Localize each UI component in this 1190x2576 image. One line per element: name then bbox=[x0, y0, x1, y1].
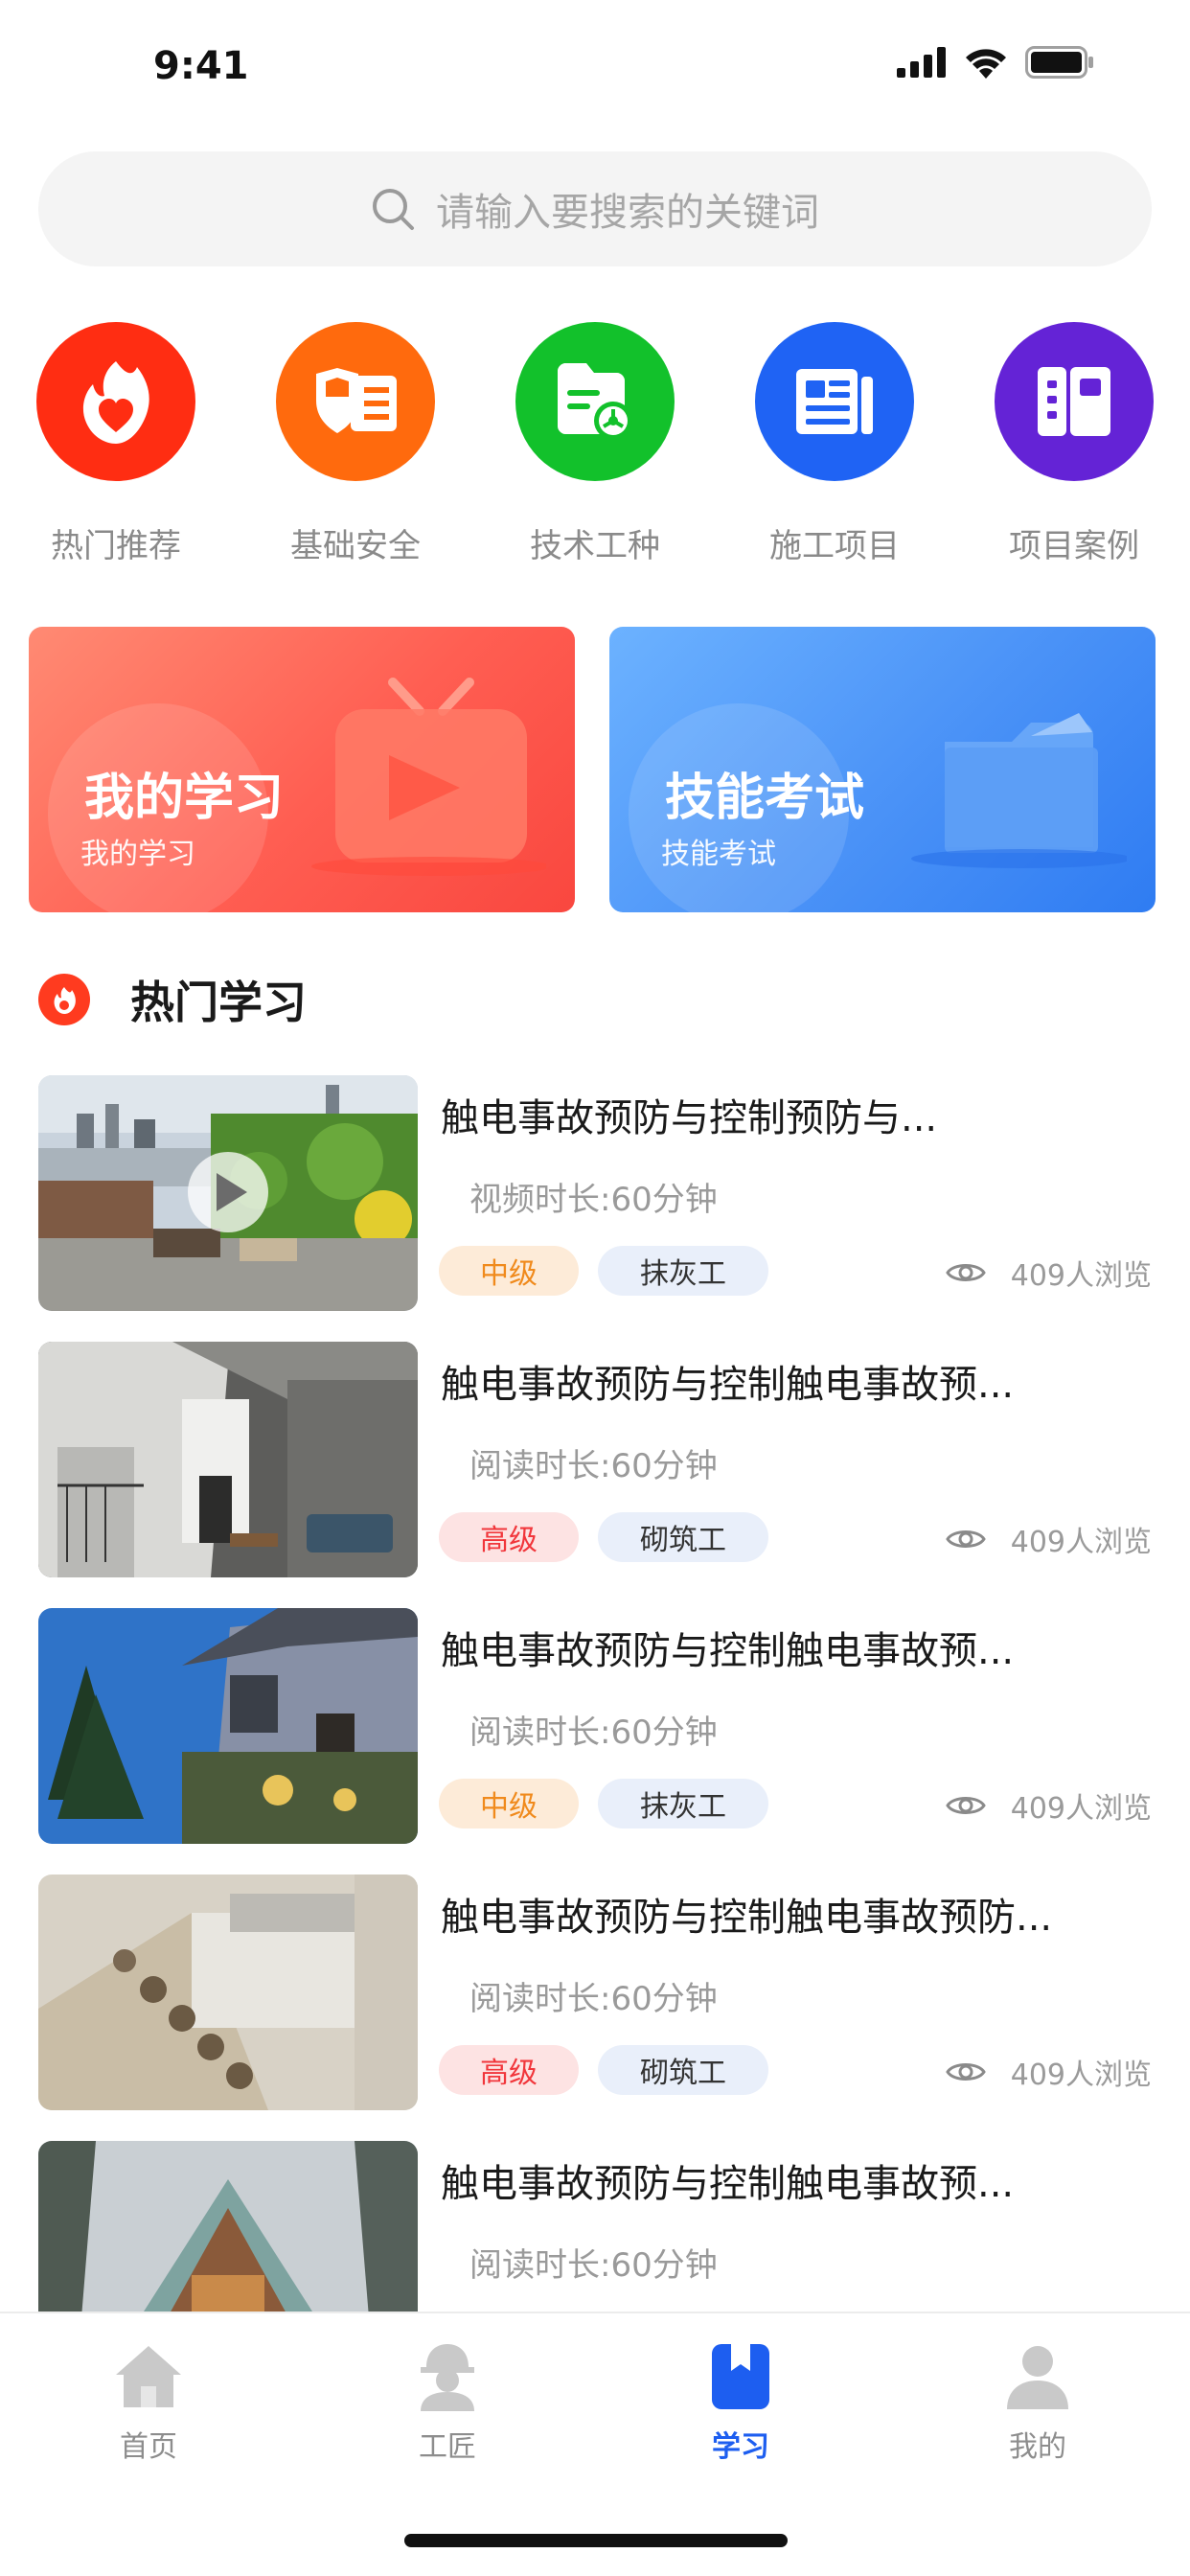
category-label: 项目案例 bbox=[1009, 527, 1139, 565]
tab-mine[interactable]: 我的 bbox=[956, 2342, 1119, 2465]
level-tag: 中级 bbox=[439, 1779, 579, 1828]
course-thumbnail bbox=[38, 1075, 418, 1311]
wifi-icon bbox=[966, 49, 1006, 79]
flame-icon bbox=[38, 974, 90, 1025]
course-title: 触电事故预防与控制预防与... bbox=[441, 1096, 938, 1140]
tv-play-icon bbox=[311, 678, 546, 876]
banner-title: 技能考试 bbox=[665, 770, 865, 827]
course-duration: 阅读时长:60分钟 bbox=[469, 1447, 718, 1485]
book-case-icon bbox=[995, 322, 1154, 481]
course-title: 触电事故预防与控制触电事故预... bbox=[441, 1363, 1015, 1407]
status-time: 9:41 bbox=[153, 44, 249, 88]
tab-home[interactable]: 首页 bbox=[67, 2342, 230, 2465]
course-thumbnail bbox=[38, 1608, 418, 1844]
folder-gear-icon bbox=[515, 322, 675, 481]
worker-icon bbox=[421, 2344, 474, 2411]
trade-tag: 抹灰工 bbox=[598, 1246, 768, 1296]
category-tech-trades[interactable]: 技术工种 bbox=[515, 322, 675, 566]
shield-card-icon bbox=[276, 322, 435, 481]
category-basic-safety[interactable]: 基础安全 bbox=[276, 322, 435, 566]
eye-icon bbox=[945, 1797, 986, 1814]
view-count: 409人浏览 bbox=[945, 1784, 1152, 1827]
banner-subtitle: 我的学习 bbox=[80, 838, 195, 871]
course-item[interactable]: 触电事故预防与控制预防与... 视频时长:60分钟 中级 抹灰工 409人浏览 bbox=[38, 1075, 1152, 1311]
category-hot[interactable]: 热门推荐 bbox=[36, 322, 195, 566]
flame-heart-icon bbox=[36, 322, 195, 481]
course-duration: 阅读时长:60分钟 bbox=[469, 1714, 718, 1752]
course-title: 触电事故预防与控制触电事故预... bbox=[441, 1629, 1015, 1673]
category-cases[interactable]: 项目案例 bbox=[995, 322, 1154, 566]
category-projects[interactable]: 施工项目 bbox=[755, 322, 914, 566]
view-count-text: 409人浏览 bbox=[1010, 1792, 1152, 1826]
trade-tag: 抹灰工 bbox=[598, 1779, 768, 1828]
tab-label: 首页 bbox=[120, 2430, 177, 2464]
home-indicator[interactable] bbox=[404, 2534, 788, 2547]
status-icons bbox=[897, 46, 1094, 79]
banner-title: 我的学习 bbox=[84, 770, 285, 827]
home-icon bbox=[116, 2346, 181, 2407]
skill-exam-banner[interactable]: 技能考试 技能考试 bbox=[609, 627, 1156, 912]
course-duration: 阅读时长:60分钟 bbox=[469, 1980, 718, 2018]
level-tag: 中级 bbox=[439, 1246, 579, 1296]
eye-icon bbox=[945, 1264, 986, 1281]
view-count-text: 409人浏览 bbox=[1010, 1259, 1152, 1293]
tab-label: 工匠 bbox=[419, 2430, 476, 2464]
view-count-text: 409人浏览 bbox=[1010, 1526, 1152, 1559]
search-icon bbox=[373, 189, 414, 230]
tab-learning[interactable]: 学习 bbox=[659, 2342, 822, 2465]
view-count: 409人浏览 bbox=[945, 2051, 1152, 2093]
folder-icon bbox=[911, 713, 1127, 868]
trade-tag: 砌筑工 bbox=[598, 1512, 768, 1562]
course-title: 触电事故预防与控制触电事故预防... bbox=[441, 1896, 1053, 1940]
section-title: 热门学习 bbox=[130, 977, 307, 1028]
view-count: 409人浏览 bbox=[945, 1518, 1152, 1560]
category-label: 技术工种 bbox=[530, 527, 660, 565]
level-tag: 高级 bbox=[439, 1512, 579, 1562]
search-bar[interactable]: 请输入要搜索的关键词 bbox=[38, 151, 1152, 266]
course-duration: 视频时长:60分钟 bbox=[469, 1181, 718, 1219]
eye-icon bbox=[945, 2063, 986, 2081]
trade-tag: 砌筑工 bbox=[598, 2045, 768, 2095]
banner-subtitle: 技能考试 bbox=[661, 838, 776, 871]
course-item[interactable]: 触电事故预防与控制触电事故预... 阅读时长:60分钟 中级 抹灰工 409人浏… bbox=[38, 1608, 1152, 1844]
user-icon bbox=[1007, 2346, 1068, 2409]
course-thumbnail bbox=[38, 1342, 418, 1577]
course-title: 触电事故预防与控制触电事故预... bbox=[441, 2162, 1015, 2206]
tab-label: 学习 bbox=[712, 2430, 769, 2464]
status-bar: 9:41 bbox=[0, 0, 1190, 134]
course-duration: 阅读时长:60分钟 bbox=[469, 2246, 718, 2285]
category-label: 基础安全 bbox=[290, 527, 421, 565]
level-tag: 高级 bbox=[439, 2045, 579, 2095]
my-learning-banner[interactable]: 我的学习 我的学习 bbox=[29, 627, 575, 912]
battery-icon bbox=[1025, 46, 1093, 79]
hot-learning-header: 热门学习 bbox=[38, 968, 307, 1031]
signal-icon bbox=[897, 47, 946, 78]
eye-icon bbox=[945, 1530, 986, 1548]
tab-craftsman[interactable]: 工匠 bbox=[366, 2342, 529, 2465]
category-label: 施工项目 bbox=[769, 527, 900, 565]
search-placeholder: 请输入要搜索的关键词 bbox=[436, 191, 819, 235]
category-grid: 热门推荐 基础安全 技术工种 施工项目 项目案例 bbox=[36, 322, 1154, 566]
newspaper-icon bbox=[755, 322, 914, 481]
course-thumbnail bbox=[38, 1874, 418, 2110]
category-label: 热门推荐 bbox=[51, 527, 181, 565]
course-item[interactable]: 触电事故预防与控制触电事故预... 阅读时长:60分钟 高级 砌筑工 409人浏… bbox=[38, 1342, 1152, 1577]
bookmark-icon bbox=[712, 2344, 769, 2409]
course-item[interactable]: 触电事故预防与控制触电事故预防... 阅读时长:60分钟 高级 砌筑工 409人… bbox=[38, 1874, 1152, 2110]
view-count-text: 409人浏览 bbox=[1010, 2058, 1152, 2092]
tab-label: 我的 bbox=[1009, 2430, 1066, 2464]
view-count: 409人浏览 bbox=[945, 1252, 1152, 1294]
